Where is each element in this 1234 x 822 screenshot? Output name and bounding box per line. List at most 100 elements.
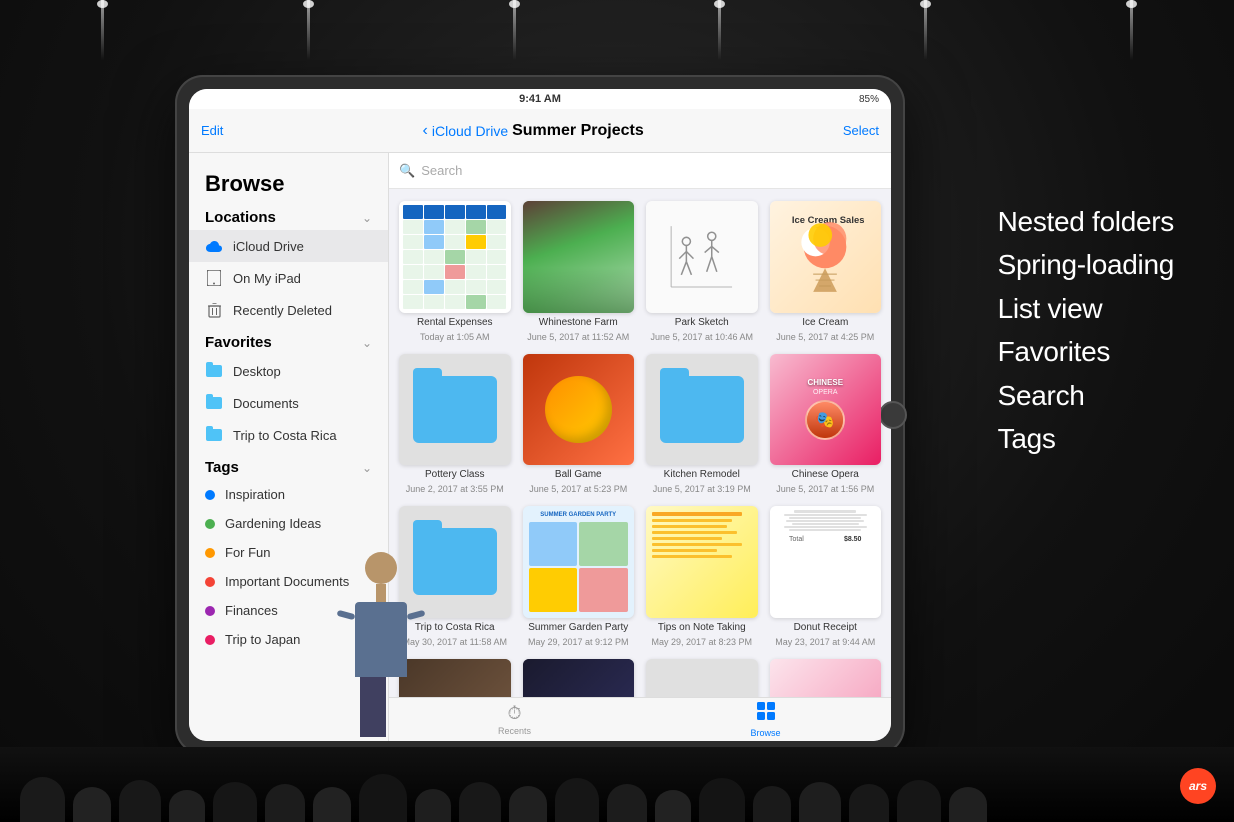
tags-chevron-icon: ⌄	[362, 461, 372, 475]
audience-head	[359, 774, 407, 822]
tips-note-taking-date: May 29, 2017 at 8:23 PM	[651, 637, 752, 647]
desktop-folder-icon	[205, 362, 223, 380]
documents-folder-icon	[205, 394, 223, 412]
presenter-leg-left	[360, 677, 386, 737]
ceiling-lights	[0, 0, 1234, 80]
donut-receipt-date: May 23, 2017 at 9:44 AM	[775, 637, 875, 647]
sidebar-item-icloud-drive[interactable]: iCloud Drive	[189, 230, 388, 262]
nav-parent-title[interactable]: iCloud Drive	[432, 123, 508, 139]
file-item-ice-cream[interactable]: Ice Cream Sales	[770, 201, 882, 342]
whinestone-farm-date: June 5, 2017 at 11:52 AM	[527, 332, 629, 342]
chinese-opera-name: Chinese Opera	[792, 469, 859, 480]
ars-logo: ars	[1180, 768, 1216, 804]
finances-dot	[205, 606, 215, 616]
sidebar-tag-inspiration[interactable]: Inspiration	[189, 480, 388, 509]
kitchen-remodel-name: Kitchen Remodel	[664, 469, 740, 480]
tags-title: Tags	[205, 459, 239, 476]
pottery-class-name: Pottery Class	[425, 469, 484, 480]
inspiration-label: Inspiration	[225, 487, 285, 502]
light-beam	[101, 0, 104, 60]
content-area: Browse Locations ⌄ iCloud Drive	[189, 153, 891, 741]
trip-costa-rica-fav-label: Trip to Costa Rica	[233, 428, 337, 443]
tab-browse[interactable]: Browse	[640, 701, 891, 738]
audience-head	[753, 786, 791, 822]
feature-spring-loading: Spring-loading	[998, 243, 1174, 286]
light-beam	[718, 0, 721, 60]
audience-head	[849, 784, 889, 822]
file-item-tips-note-taking[interactable]: Tips on Note Taking May 29, 2017 at 8:23…	[646, 506, 758, 647]
park-sketch-thumb	[646, 201, 758, 313]
trip-costa-rica-date: May 30, 2017 at 11:58 AM	[403, 637, 507, 647]
edit-button[interactable]: Edit	[201, 123, 223, 138]
locations-chevron-icon: ⌄	[362, 211, 372, 225]
file-item-kitchen-remodel[interactable]: Kitchen Remodel June 5, 2017 at 3:19 PM	[646, 354, 758, 495]
file-item-ball-game[interactable]: Ball Game June 5, 2017 at 5:23 PM	[523, 354, 635, 495]
ipad-screen: 9:41 AM 85% Edit ‹ iCloud Drive Summer P…	[189, 89, 891, 741]
sidebar-item-recently-deleted[interactable]: Recently Deleted	[189, 294, 388, 326]
file-item-trip-costa-rica[interactable]: Trip to Costa Rica May 30, 2017 at 11:58…	[399, 506, 511, 647]
audience-head	[799, 782, 841, 822]
sidebar-item-on-my-ipad[interactable]: On My iPad	[189, 262, 388, 294]
sidebar-tag-gardening[interactable]: Gardening Ideas	[189, 509, 388, 538]
summer-garden-party-name: Summer Garden Party	[528, 622, 628, 633]
rental-expenses-thumb	[399, 201, 511, 313]
file-item-chinese-opera[interactable]: CHINESE OPERA 🎭 Chinese Opera	[770, 354, 882, 495]
sidebar-item-desktop[interactable]: Desktop	[189, 355, 388, 387]
tab-bar: ⏱ Recents	[389, 697, 891, 741]
documents-label: Documents	[233, 396, 299, 411]
audience-head	[213, 782, 257, 822]
audience-head	[415, 789, 451, 822]
trip-japan-label: Trip to Japan	[225, 632, 300, 647]
file-item-rental-expenses[interactable]: Rental Expenses Today at 1:05 AM	[399, 201, 511, 342]
file-item-donut-receipt[interactable]: Total $8.50 Donut Receipt May 23, 2017 a…	[770, 506, 882, 647]
park-sketch-name: Park Sketch	[675, 317, 729, 328]
browse-tab-label: Browse	[750, 728, 780, 738]
tab-recents[interactable]: ⏱ Recents	[389, 703, 640, 736]
search-input[interactable]: Search	[421, 163, 462, 178]
file-item-dark1[interactable]	[399, 659, 511, 698]
back-chevron-icon[interactable]: ‹	[423, 122, 428, 140]
sidebar-item-documents[interactable]: Documents	[189, 387, 388, 419]
blank-thumb	[646, 659, 758, 698]
status-bar-right: 85%	[859, 94, 879, 105]
tags-section-header: Tags ⌄	[189, 451, 388, 480]
inspiration-dot	[205, 490, 215, 500]
trip-costa-rica-name: Trip to Costa Rica	[415, 622, 495, 633]
file-item-blank	[646, 659, 758, 698]
trip-folder-icon	[205, 426, 223, 444]
dark3-thumb	[770, 659, 882, 698]
file-item-whinestone-farm[interactable]: Whinestone Farm June 5, 2017 at 11:52 AM	[523, 201, 635, 342]
ball-game-date: June 5, 2017 at 5:23 PM	[529, 484, 627, 494]
search-bar: 🔍 Search	[389, 153, 891, 189]
audience-head	[119, 780, 161, 822]
file-item-dark3[interactable]	[770, 659, 882, 698]
ipad-container: 9:41 AM 85% Edit ‹ iCloud Drive Summer P…	[175, 75, 905, 755]
file-item-park-sketch[interactable]: Park Sketch June 5, 2017 at 10:46 AM	[646, 201, 758, 342]
home-button[interactable]	[879, 401, 907, 429]
rental-expenses-date: Today at 1:05 AM	[420, 332, 490, 342]
locations-section-header: Locations ⌄	[189, 201, 388, 230]
nav-bar: Edit ‹ iCloud Drive Summer Projects Sele…	[189, 109, 891, 153]
icloud-icon	[205, 237, 223, 255]
select-button[interactable]: Select	[843, 123, 879, 138]
presenter-silhouette	[355, 552, 407, 737]
file-item-dark2[interactable]	[523, 659, 635, 698]
battery-indicator: 85%	[859, 94, 879, 105]
file-item-summer-garden-party[interactable]: SUMMER GARDEN PARTY Summer Garde	[523, 506, 635, 647]
ars-label: ars	[1189, 779, 1207, 793]
audience-head	[699, 778, 745, 822]
presenter-torso	[355, 602, 407, 677]
sidebar-item-trip-costa-rica-fav[interactable]: Trip to Costa Rica	[189, 419, 388, 451]
donut-receipt-name: Donut Receipt	[794, 622, 857, 633]
tips-note-taking-thumb	[646, 506, 758, 618]
chinese-opera-thumb: CHINESE OPERA 🎭	[770, 354, 882, 466]
icloud-drive-label: iCloud Drive	[233, 239, 304, 254]
file-item-pottery-class[interactable]: Pottery Class June 2, 2017 at 3:55 PM	[399, 354, 511, 495]
feature-search: Search	[998, 374, 1174, 417]
audience-head	[897, 780, 941, 822]
file-grid: Rental Expenses Today at 1:05 AM Whinest…	[389, 189, 891, 697]
whinestone-farm-thumb	[523, 201, 635, 313]
feature-tags: Tags	[998, 417, 1174, 460]
desktop-label: Desktop	[233, 364, 281, 379]
audience-head	[313, 787, 351, 822]
